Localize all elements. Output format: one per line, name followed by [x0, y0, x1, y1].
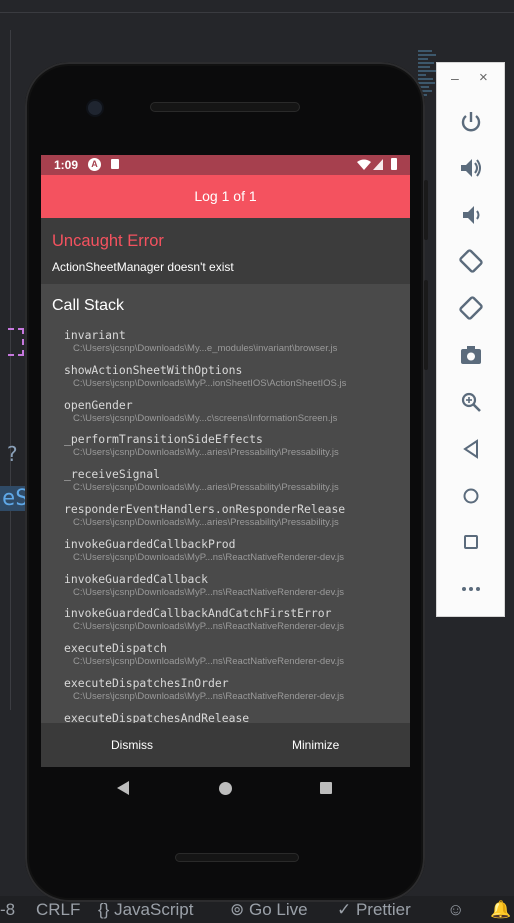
frame-function-name: executeDispatchesAndRelease [64, 710, 250, 723]
frame-file-path: C:\Users\jcsnp\Downloads\MyP...ns\ReactN… [73, 656, 345, 668]
front-camera [88, 101, 102, 115]
status-time: 1:09 [54, 158, 79, 172]
check-double-icon: ✓ [337, 900, 356, 919]
android-a-icon: A [88, 158, 101, 171]
stack-frame[interactable]: openGender C:\Users\jcsnp\Downloads\My...… [41, 398, 410, 433]
more-icon[interactable] [458, 576, 484, 602]
ide-code-fragment: ? [6, 442, 19, 466]
go-live-label: Go Live [248, 900, 308, 919]
broadcast-icon: ⊚ [230, 900, 249, 919]
device-volume-rocker [424, 280, 428, 370]
frame-function-name: responderEventHandlers.onResponderReleas… [64, 501, 346, 516]
log-header: Log 1 of 1 [41, 175, 410, 218]
call-stack-panel[interactable]: Call Stack invariant C:\Users\jcsnp\Downl… [41, 284, 410, 723]
device-power-button [424, 180, 428, 240]
frame-function-name: invariant [64, 328, 126, 342]
call-stack-title: Call Stack [52, 297, 125, 314]
frame-function-name: invokeGuardedCallbackProd [64, 536, 236, 551]
stack-frame[interactable]: showActionSheetWithOptions C:\Users\jcsnp… [41, 363, 410, 398]
dismiss-button[interactable]: Dismiss [111, 723, 153, 767]
stack-frame[interactable]: executeDispatch C:\Users\jcsnp\Downloads\… [41, 641, 410, 676]
volume-down-icon[interactable] [458, 202, 484, 228]
frame-function-name: showActionSheetWithOptions [64, 362, 243, 377]
emulator-window-controls: – × [437, 63, 506, 97]
prettier-label: Prettier [355, 900, 411, 919]
frame-file-path: C:\Users\jcsnp\Downloads\MyP...ns\ReactN… [73, 586, 345, 598]
frame-function-name: invokeGuardedCallbackAndCatchFirstError [64, 606, 332, 621]
earpiece-speaker [150, 102, 300, 112]
wifi-icon [357, 159, 371, 170]
bottom-speaker [175, 853, 299, 862]
stack-frame[interactable]: invokeGuardedCallbackAndCatchFirstError C… [41, 606, 410, 641]
error-message: ActionSheetManager doesn't exist [52, 260, 234, 274]
close-window-button[interactable]: × [479, 69, 488, 86]
frame-function-name: openGender [64, 397, 133, 412]
stack-frame[interactable]: _performTransitionSideEffects C:\Users\jc… [41, 432, 410, 467]
stack-frame[interactable]: executeDispatchesAndRelease [41, 711, 410, 723]
status-language[interactable]: {} JavaScript [98, 900, 193, 920]
status-encoding[interactable]: -8 [0, 900, 15, 920]
status-prettier[interactable]: ✓ Prettier [337, 900, 411, 920]
home-icon[interactable] [458, 483, 484, 509]
zoom-icon[interactable] [458, 389, 484, 415]
call-stack-list: invariant C:\Users\jcsnp\Downloads\My...e… [41, 328, 410, 723]
battery-icon [391, 158, 397, 170]
frame-file-path: C:\Users\jcsnp\Downloads\My...aries\Pres… [73, 482, 339, 494]
frame-function-name: _performTransitionSideEffects [64, 432, 263, 447]
frame-file-path: C:\Users\jcsnp\Downloads\MyP...ns\ReactN… [73, 690, 345, 702]
frame-file-path: C:\Users\jcsnp\Downloads\My...aries\Pres… [73, 516, 339, 528]
signal-icon [373, 159, 383, 170]
error-title: Uncaught Error [52, 232, 164, 250]
back-icon[interactable] [458, 436, 484, 462]
frame-file-path: C:\Users\jcsnp\Downloads\MyP...ionSheetI… [73, 377, 347, 389]
stack-frame[interactable]: responderEventHandlers.onResponderReleas… [41, 502, 410, 537]
frame-function-name: executeDispatchesInOrder [64, 675, 229, 690]
sd-card-icon [111, 159, 119, 169]
frame-file-path: C:\Users\jcsnp\Downloads\My...e_modules\… [73, 343, 338, 354]
status-go-live[interactable]: ⊚ Go Live [230, 900, 308, 920]
frame-function-name: executeDispatch [64, 641, 167, 656]
stack-frame[interactable]: invokeGuardedCallbackProd C:\Users\jcsnp\… [41, 537, 410, 572]
ide-editor-gutter [0, 30, 11, 710]
frame-function-name: _receiveSignal [64, 467, 161, 482]
android-status-bar: 1:09 A [41, 155, 410, 175]
device-screen: 1:09 A Log 1 of 1 Uncaught Error ActionS… [41, 155, 410, 767]
feedback-icon[interactable]: ☺ [447, 900, 464, 920]
notifications-icon[interactable]: 🔔 [490, 900, 511, 920]
frame-file-path: C:\Users\jcsnp\Downloads\My...c\screens\… [73, 412, 338, 424]
stack-frame[interactable]: invokeGuardedCallback C:\Users\jcsnp\Down… [41, 572, 410, 607]
stack-frame[interactable]: _receiveSignal C:\Users\jcsnp\Downloads\M… [41, 467, 410, 502]
android-nav-bar [41, 767, 410, 811]
status-line-ending[interactable]: CRLF [36, 900, 80, 920]
nav-recents-icon[interactable] [320, 782, 332, 794]
camera-icon[interactable] [458, 342, 484, 368]
frame-function-name: invokeGuardedCallback [64, 571, 209, 586]
frame-file-path: C:\Users\jcsnp\Downloads\MyP...ns\ReactN… [73, 551, 345, 563]
volume-up-icon[interactable] [458, 155, 484, 181]
emulator-toolbar: – × [436, 62, 505, 617]
frame-file-path: C:\Users\jcsnp\Downloads\My...aries\Pres… [73, 447, 339, 459]
nav-home-icon[interactable] [219, 782, 232, 795]
frame-file-path: C:\Users\jcsnp\Downloads\MyP...ns\ReactN… [73, 621, 345, 633]
power-icon[interactable] [458, 109, 484, 135]
rotate-left-icon[interactable] [458, 248, 484, 274]
minimize-button[interactable]: Minimize [292, 723, 339, 767]
error-summary: Uncaught Error ActionSheetManager doesn'… [41, 218, 410, 284]
overview-icon[interactable] [458, 529, 484, 555]
redbox-actions: Dismiss Minimize [41, 723, 410, 767]
ide-bracket-decoration [8, 328, 24, 356]
stack-frame[interactable]: executeDispatchesInOrder C:\Users\jcsnp\D… [41, 676, 410, 711]
stack-frame[interactable]: invariant C:\Users\jcsnp\Downloads\My...e… [41, 328, 410, 363]
nav-back-icon[interactable] [117, 781, 129, 795]
minimize-window-button[interactable]: – [451, 70, 459, 86]
ide-divider [0, 12, 514, 13]
rotate-right-icon[interactable] [458, 295, 484, 321]
